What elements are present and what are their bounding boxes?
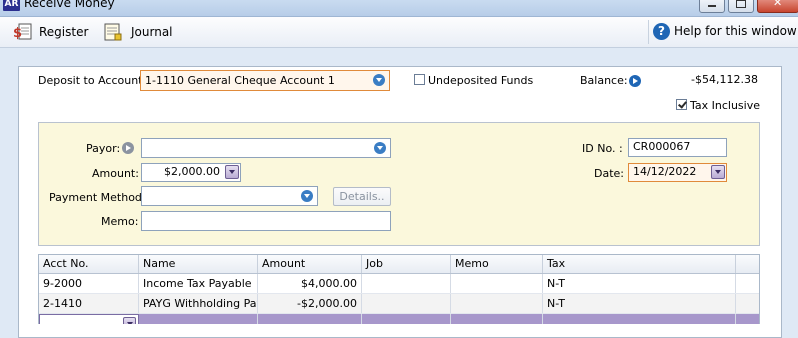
date-field[interactable]: 14/12/2022 bbox=[628, 163, 727, 182]
payor-label: Payor: bbox=[86, 142, 121, 155]
cell-tax[interactable]: N-T bbox=[543, 294, 736, 313]
journal-icon bbox=[103, 23, 123, 41]
register-button[interactable]: $ Register bbox=[13, 23, 88, 41]
cell-amount[interactable]: -$2,000.00 bbox=[258, 294, 362, 313]
toolbar-separator bbox=[648, 20, 649, 44]
payor-select[interactable] bbox=[141, 138, 391, 158]
register-label: Register bbox=[39, 25, 89, 39]
dropdown-icon bbox=[374, 142, 386, 154]
id-no-field[interactable]: CR000067 bbox=[628, 138, 727, 157]
payment-method-label: Payment Method: bbox=[49, 191, 146, 204]
id-no-value: CR000067 bbox=[633, 140, 691, 153]
window-title: Receive Money bbox=[24, 0, 115, 10]
checkbox-checked-icon bbox=[676, 99, 687, 110]
allocation-table: Acct No. Name Amount Job Memo Tax 9-2000… bbox=[38, 254, 760, 324]
maximize-icon bbox=[736, 0, 746, 8]
close-button[interactable]: ✕ bbox=[757, 0, 798, 13]
arrow-right-icon bbox=[122, 142, 134, 154]
cell-tax[interactable]: N-T bbox=[543, 274, 736, 293]
dropdown-icon bbox=[373, 74, 385, 86]
journal-label: Journal bbox=[131, 25, 173, 39]
amount-value: $2,000.00 bbox=[164, 165, 220, 178]
table-row[interactable]: 9-2000 Income Tax Payable $4,000.00 N-T bbox=[39, 274, 759, 294]
cell-job[interactable] bbox=[362, 274, 451, 293]
calculator-dropdown-icon[interactable] bbox=[225, 165, 239, 179]
cell-name[interactable]: PAYG Withholding Paya bbox=[139, 294, 258, 313]
payment-method-select[interactable] bbox=[141, 186, 318, 206]
deposit-account-select[interactable]: 1-1110 General Cheque Account 1 bbox=[140, 70, 390, 91]
minimize-icon bbox=[708, 5, 716, 7]
cell-acct-no[interactable]: 2-1410 bbox=[39, 294, 139, 313]
close-icon: ✕ bbox=[773, 0, 783, 9]
register-icon: $ bbox=[13, 23, 33, 41]
column-header-job[interactable]: Job bbox=[362, 255, 451, 273]
cell-memo[interactable] bbox=[451, 294, 543, 313]
cell-acct-no[interactable]: 9-2000 bbox=[39, 274, 139, 293]
title-bar: AR Receive Money ✕ bbox=[0, 0, 798, 17]
deposit-account-label: Deposit to Account: bbox=[38, 74, 147, 87]
column-header-spacer bbox=[736, 255, 759, 273]
date-label: Date: bbox=[594, 167, 624, 180]
minimize-button[interactable] bbox=[699, 0, 725, 13]
column-header-tax[interactable]: Tax bbox=[543, 255, 736, 273]
dropdown-icon bbox=[301, 190, 313, 202]
column-header-acct-no[interactable]: Acct No. bbox=[39, 255, 139, 273]
help-label: Help for this window bbox=[674, 24, 797, 38]
balance-value: -$54,112.38 bbox=[691, 73, 758, 86]
balance-label: Balance: bbox=[580, 74, 628, 87]
checkbox-icon bbox=[414, 74, 425, 85]
column-header-name[interactable]: Name bbox=[139, 255, 258, 273]
amount-field[interactable]: $2,000.00 bbox=[141, 163, 241, 182]
column-header-amount[interactable]: Amount bbox=[258, 255, 362, 273]
app-logo: AR bbox=[3, 0, 20, 11]
journal-button[interactable]: Journal bbox=[103, 23, 173, 41]
help-button[interactable]: ? Help for this window bbox=[653, 22, 797, 40]
tax-inclusive-checkbox[interactable]: Tax Inclusive bbox=[676, 99, 760, 112]
deposit-account-value: 1-1110 General Cheque Account 1 bbox=[145, 74, 335, 87]
help-icon: ? bbox=[653, 22, 670, 40]
balance-detail-button[interactable] bbox=[629, 75, 641, 88]
date-value: 14/12/2022 bbox=[633, 165, 697, 178]
cell-amount[interactable]: $4,000.00 bbox=[258, 274, 362, 293]
undeposited-funds-checkbox[interactable]: Undeposited Funds bbox=[414, 74, 533, 87]
id-no-label: ID No. : bbox=[582, 142, 623, 155]
undeposited-funds-label: Undeposited Funds bbox=[428, 74, 534, 87]
cell-name[interactable]: Income Tax Payable bbox=[139, 274, 258, 293]
calendar-dropdown-icon[interactable] bbox=[711, 165, 725, 179]
svg-text:$: $ bbox=[13, 26, 22, 41]
toolbar: $ Register Journal ? Help for this windo… bbox=[0, 17, 798, 48]
table-header: Acct No. Name Amount Job Memo Tax bbox=[39, 255, 759, 274]
details-button[interactable]: Details.. bbox=[333, 187, 391, 206]
payor-detail-button[interactable] bbox=[122, 142, 134, 155]
cell-job[interactable] bbox=[362, 294, 451, 313]
memo-field[interactable] bbox=[141, 211, 391, 231]
cell-memo[interactable] bbox=[451, 274, 543, 293]
arrow-right-icon bbox=[629, 75, 641, 87]
tax-inclusive-label: Tax Inclusive bbox=[690, 99, 761, 112]
table-row[interactable]: 2-1410 PAYG Withholding Paya -$2,000.00 … bbox=[39, 294, 759, 314]
column-header-memo[interactable]: Memo bbox=[451, 255, 543, 273]
memo-label: Memo: bbox=[101, 215, 139, 228]
amount-label: Amount: bbox=[92, 167, 139, 180]
maximize-button[interactable] bbox=[728, 0, 754, 13]
